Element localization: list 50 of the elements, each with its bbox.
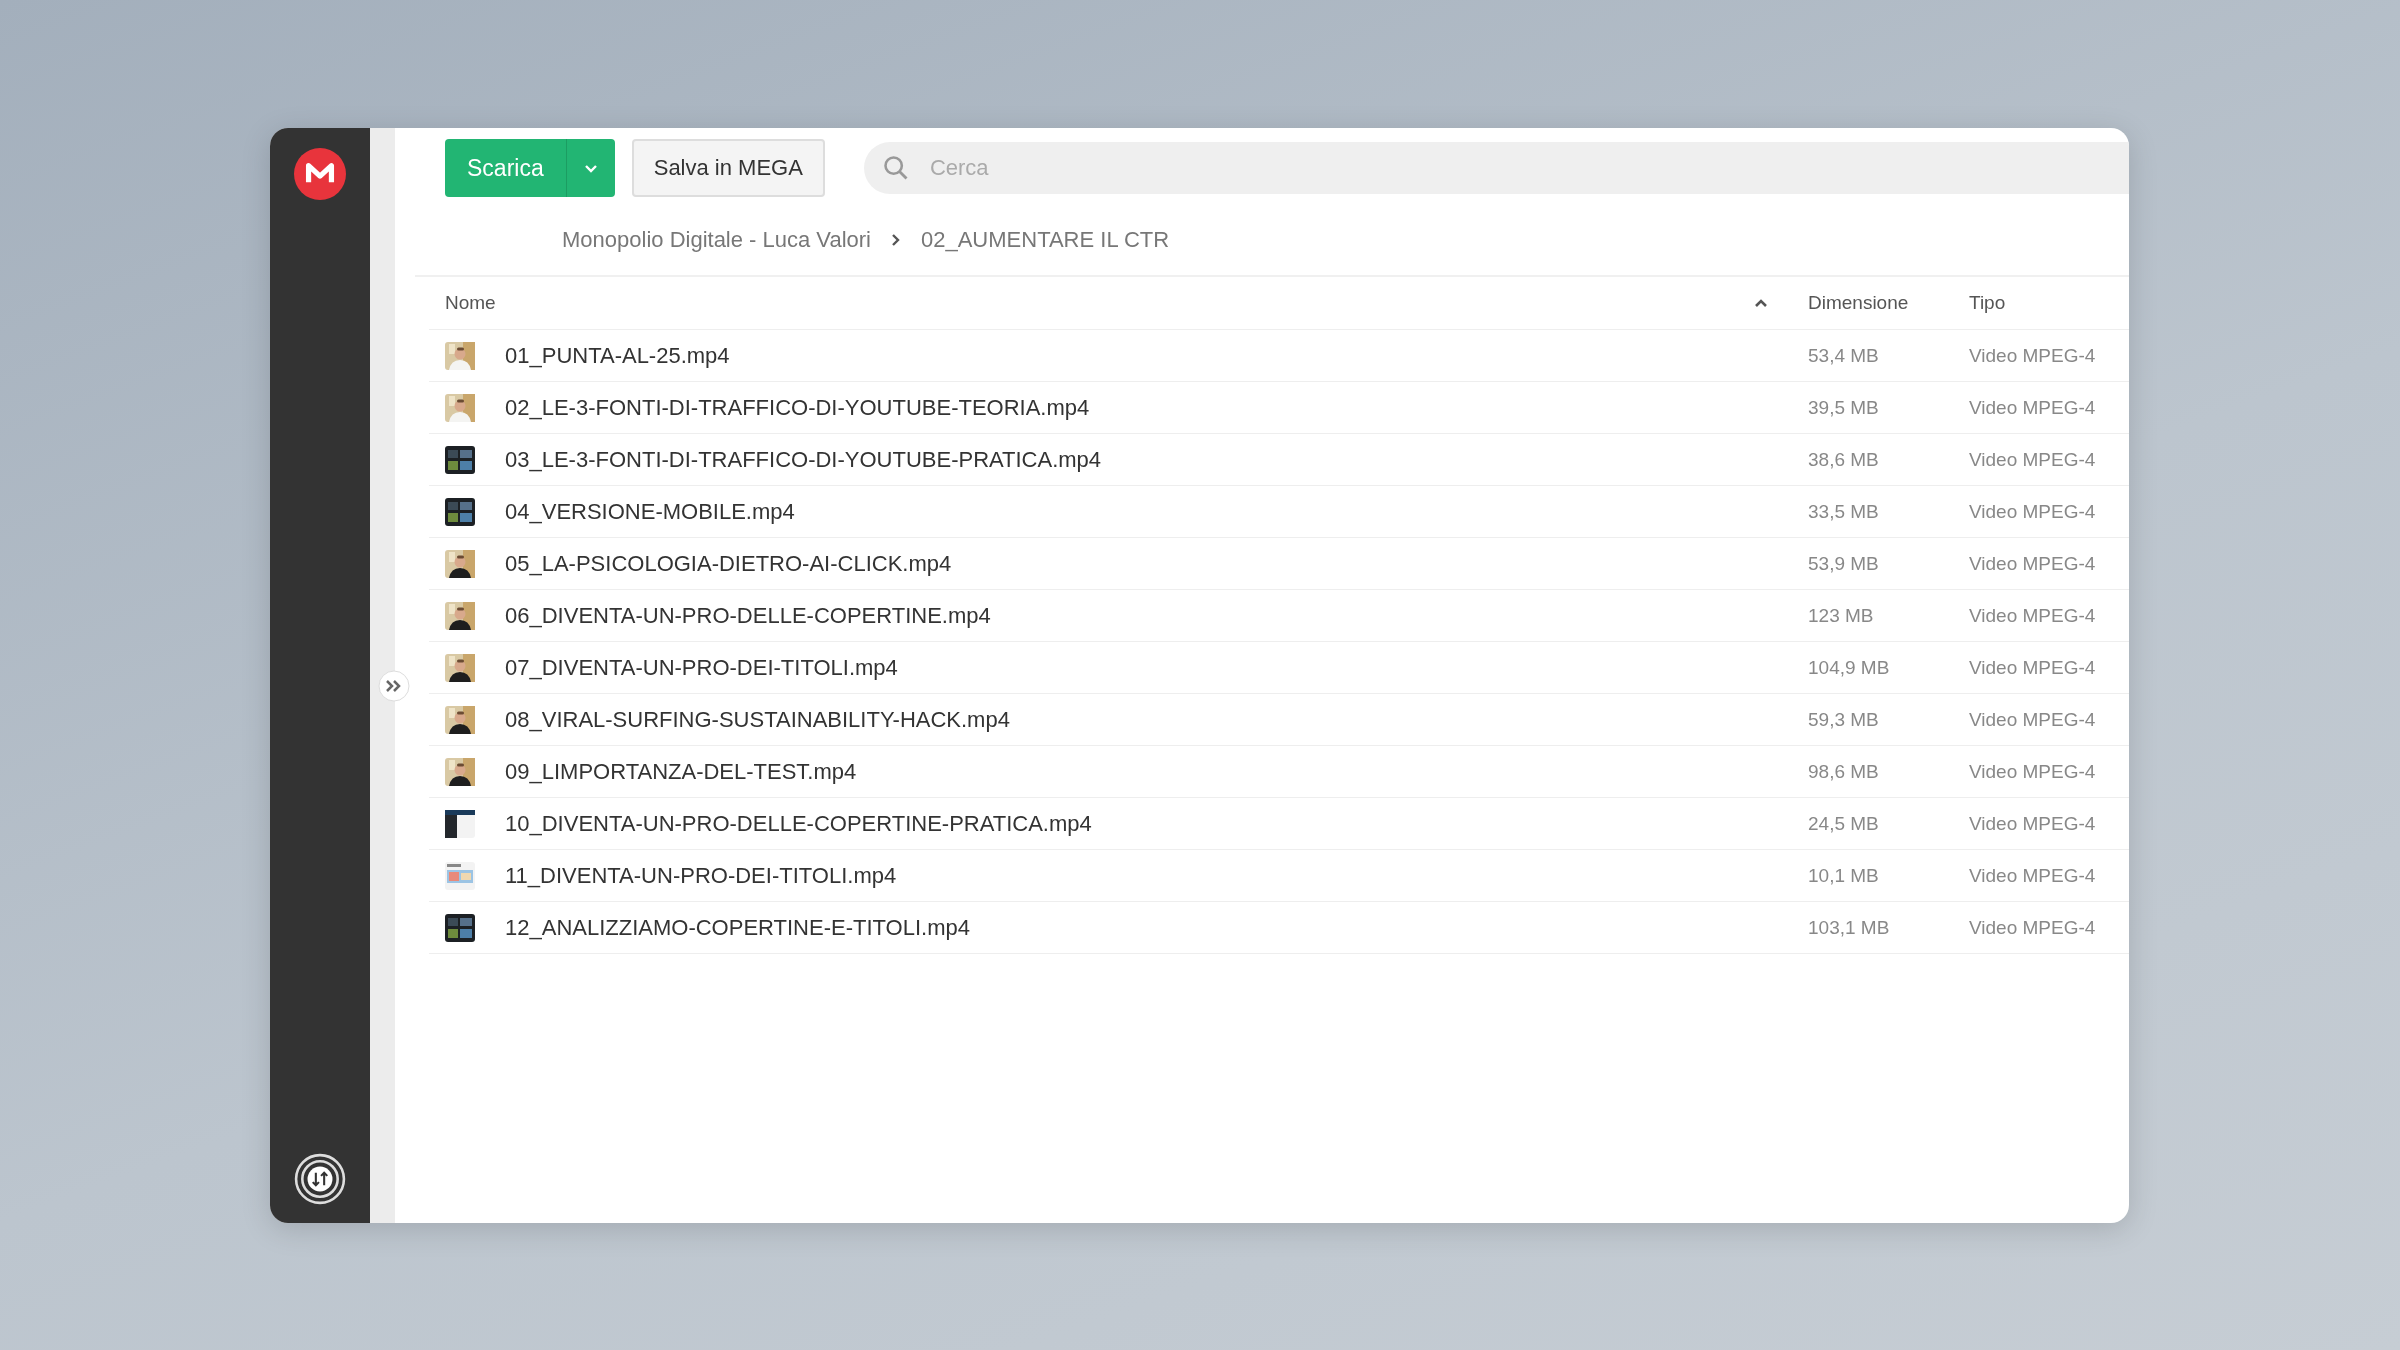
- file-name[interactable]: 06_DIVENTA-UN-PRO-DELLE-COPERTINE.mp4: [505, 602, 991, 629]
- file-type: Video MPEG-4: [1969, 864, 2096, 886]
- file-name[interactable]: 02_LE-3-FONTI-DI-TRAFFICO-DI-YOUTUBE-TEORIA.mp4: [505, 394, 1090, 421]
- file-type: Video MPEG-4: [1969, 760, 2096, 782]
- file-size: 53,4 MB: [1808, 344, 1879, 366]
- file-type: Video MPEG-4: [1969, 656, 2096, 678]
- save-button[interactable]: Salva in MEGA: [631, 139, 825, 197]
- file-size: 104,9 MB: [1808, 656, 1890, 678]
- file-type: Video MPEG-4: [1969, 604, 2096, 626]
- file-name[interactable]: 11_DIVENTA-UN-PRO-DEI-TITOLI.mp4: [505, 862, 897, 889]
- sort-up-icon[interactable]: [1754, 298, 1768, 308]
- column-header[interactable]: Nome: [445, 292, 496, 314]
- column-header[interactable]: Tipo: [1969, 292, 2006, 313]
- breadcrumb-link[interactable]: Monopolio Digitale - Luca Valori: [562, 227, 871, 253]
- file-name[interactable]: 12_ANALIZZIAMO-COPERTINE-E-TITOLI.mp4: [505, 914, 970, 941]
- file-name[interactable]: 05_LA-PSICOLOGIA-DIETRO-AI-CLICK.mp4: [505, 550, 952, 577]
- file-type: Video MPEG-4: [1969, 916, 2096, 938]
- file-size: 33,5 MB: [1808, 500, 1879, 522]
- file-type: Video MPEG-4: [1969, 552, 2096, 574]
- breadcrumb-link[interactable]: 02_AUMENTARE IL CTR: [921, 227, 1170, 253]
- transfer-icon[interactable]: [294, 1153, 346, 1205]
- file-type: Video MPEG-4: [1969, 396, 2096, 418]
- file-type: Video MPEG-4: [1969, 500, 2096, 522]
- chevron-right-icon: [891, 233, 901, 247]
- file-size: 59,3 MB: [1808, 708, 1879, 730]
- file-name[interactable]: 09_LIMPORTANZA-DEL-TEST.mp4: [505, 758, 857, 785]
- file-type: Video MPEG-4: [1969, 708, 2096, 730]
- file-name[interactable]: 03_LE-3-FONTI-DI-TRAFFICO-DI-YOUTUBE-PRATICA.mp4: [505, 446, 1102, 473]
- file-size: 10,1 MB: [1808, 864, 1879, 886]
- file-name[interactable]: 01_PUNTA-AL-25.mp4: [505, 342, 730, 369]
- file-name[interactable]: 08_VIRAL-SURFING-SUSTAINABILITY-HACK.mp4: [505, 706, 1010, 733]
- file-type: Video MPEG-4: [1969, 812, 2096, 834]
- file-size: 24,5 MB: [1808, 812, 1879, 834]
- search-bar[interactable]: Cerca: [863, 142, 2129, 194]
- file-type: Video MPEG-4: [1969, 448, 2096, 470]
- column-header[interactable]: Dimensione: [1808, 292, 1909, 313]
- file-name[interactable]: 07_DIVENTA-UN-PRO-DEI-TITOLI.mp4: [505, 654, 898, 681]
- file-name[interactable]: 10_DIVENTA-UN-PRO-DELLE-COPERTINE-PRATICA.mp4: [505, 810, 1092, 837]
- file-size: 53,9 MB: [1808, 552, 1879, 574]
- file-size: 103,1 MB: [1808, 916, 1890, 938]
- file-size: 38,6 MB: [1808, 448, 1879, 470]
- file-size: 39,5 MB: [1808, 396, 1879, 418]
- logo-icon[interactable]: [294, 148, 346, 200]
- file-size: 98,6 MB: [1808, 760, 1879, 782]
- file-name[interactable]: 04_VERSIONE-MOBILE.mp4: [505, 498, 795, 525]
- search-input[interactable]: Cerca: [927, 154, 2129, 182]
- search-icon: [881, 154, 910, 182]
- file-size: 123 MB: [1808, 604, 1874, 626]
- file-type: Video MPEG-4: [1969, 344, 2096, 366]
- expand-icon[interactable]: [378, 670, 410, 702]
